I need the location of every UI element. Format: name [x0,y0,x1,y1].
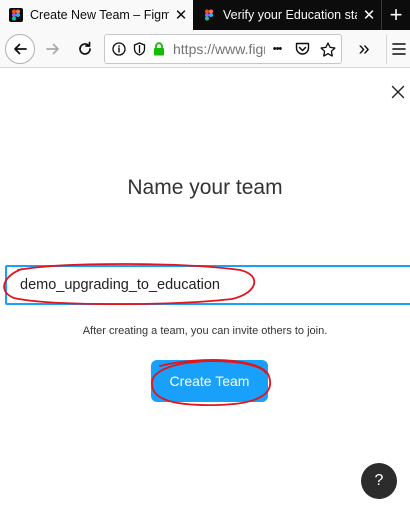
close-icon[interactable] [389,83,407,101]
url-bar[interactable]: https://www.figma.com/files/team/new ••• [104,34,342,64]
create-team-page: Name your team After creating a team, yo… [0,69,410,508]
tab-close-icon[interactable]: ✕ [169,6,193,24]
invite-hint-text: After creating a team, you can invite ot… [82,325,328,337]
navigation-bar: https://www.figma.com/files/team/new •••… [0,30,410,68]
tab-close-icon[interactable]: ✕ [357,6,381,24]
tab-title: Create New Team – Figma [30,8,169,22]
new-tab-button[interactable]: + [381,0,410,30]
more-horizontal-icon[interactable]: ••• [265,39,289,59]
tab-strip: Create New Team – Figma ✕ Verify your Ed… [0,0,410,30]
page-title: Name your team [127,176,283,199]
tab-title: Verify your Education status [223,8,357,22]
pocket-icon[interactable] [289,39,315,59]
info-icon[interactable] [109,39,129,59]
arrow-left-icon [14,43,27,55]
figma-logo-icon [205,9,213,21]
reload-icon [79,41,91,55]
tab-verify-education[interactable]: Verify your Education status ✕ [193,0,381,30]
lock-icon[interactable] [149,39,169,59]
team-name-input[interactable] [5,265,410,305]
star-icon[interactable] [315,39,341,59]
hamburger-menu-icon[interactable] [386,34,410,64]
url-text: https://www.figma.com/files/team/new [173,41,265,57]
tab-create-new-team[interactable]: Create New Team – Figma ✕ [0,0,193,30]
chevron-double-right-icon[interactable]: » [350,34,378,64]
create-team-button[interactable]: Create Team [151,360,268,402]
forward-button[interactable] [38,34,68,64]
shield-icon[interactable] [129,39,149,59]
arrow-right-icon [46,43,59,55]
help-button[interactable]: ? [361,463,397,499]
figma-logo-icon [9,8,23,22]
reload-button[interactable] [70,34,100,64]
back-button[interactable] [5,34,35,64]
